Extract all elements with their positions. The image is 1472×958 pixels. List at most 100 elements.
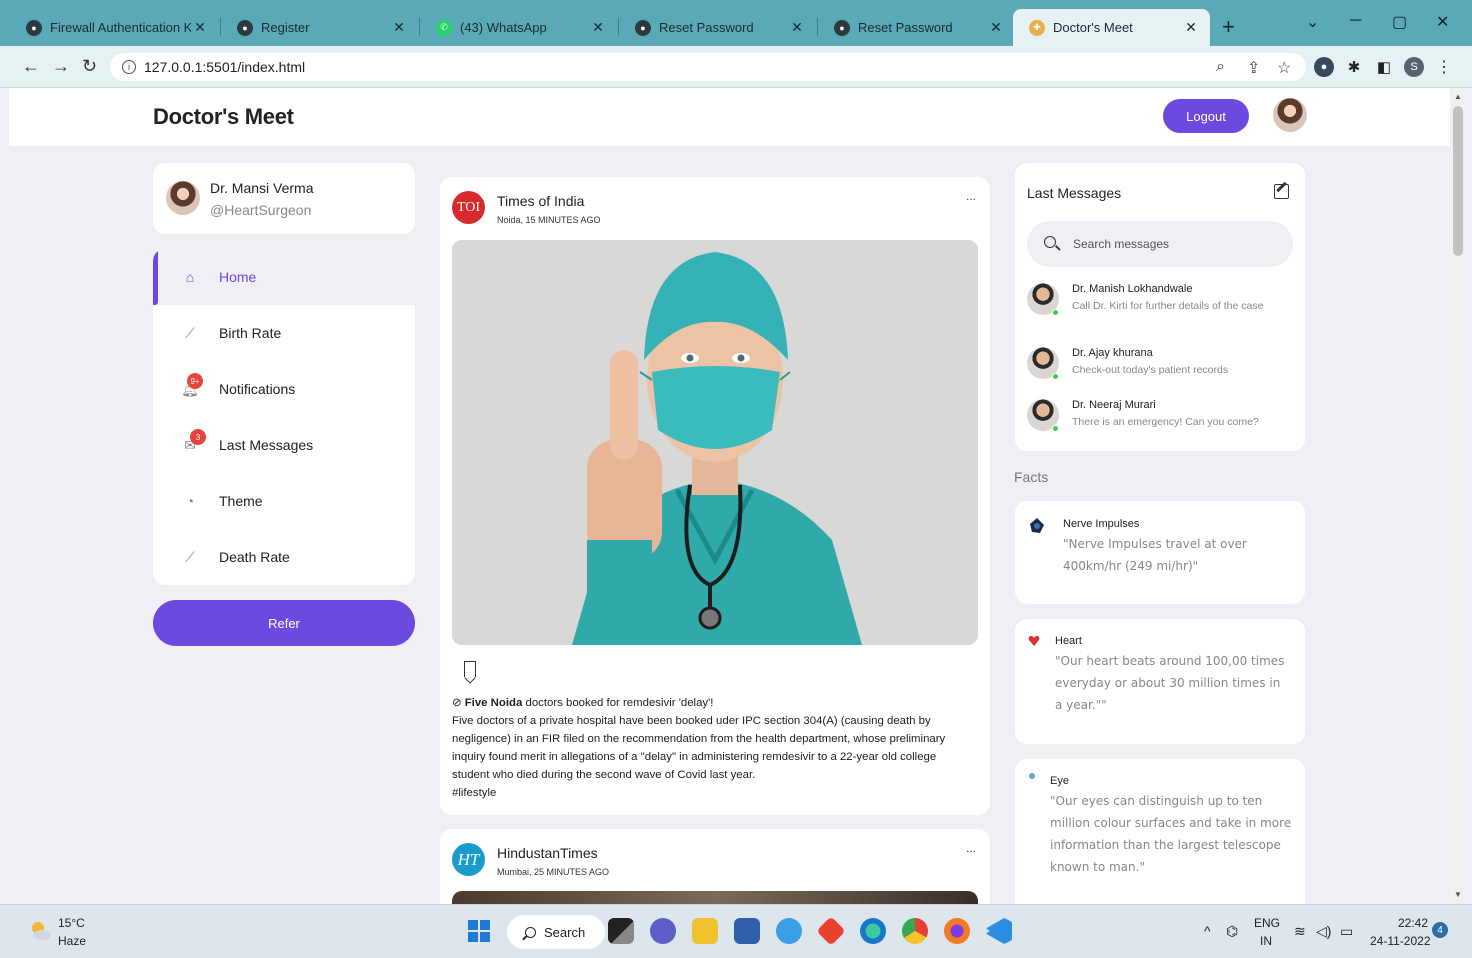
minimize-icon[interactable]: ─ bbox=[1350, 12, 1361, 30]
tab-reset-password-2[interactable]: ● Reset Password ✕ bbox=[818, 9, 1015, 46]
back-icon[interactable]: ← bbox=[22, 56, 40, 77]
reload-icon[interactable]: ↻ bbox=[82, 56, 97, 77]
tab-reset-password-1[interactable]: ● Reset Password ✕ bbox=[619, 9, 816, 46]
more-options-icon[interactable]: ... bbox=[966, 189, 976, 203]
scrollbar-thumb[interactable] bbox=[1453, 106, 1463, 256]
tab-firewall-authentication[interactable]: ● Firewall Authentication Keep ✕ bbox=[10, 9, 219, 46]
doctor-icon: ✚ bbox=[1029, 19, 1045, 36]
clock-date[interactable]: 24-11-2022 bbox=[1370, 934, 1431, 948]
chrome-icon[interactable] bbox=[902, 918, 928, 944]
sidebar-item-home[interactable]: ⌂ Home bbox=[153, 249, 415, 305]
ht-logo[interactable]: HT bbox=[452, 843, 485, 876]
user-avatar[interactable] bbox=[1273, 98, 1307, 132]
tab-doctors-meet[interactable]: ✚ Doctor's Meet ✕ bbox=[1013, 9, 1210, 46]
message-item[interactable]: Dr. Neeraj Murari There is an emergency!… bbox=[1027, 399, 1297, 445]
headline-icon: ⊘ bbox=[452, 697, 465, 709]
close-icon[interactable]: ✕ bbox=[390, 19, 408, 36]
sidebar-item-notifications[interactable]: 🔔︎ 9+ Notifications bbox=[153, 361, 415, 417]
toi-logo[interactable]: TOI bbox=[452, 191, 485, 224]
sidebar-item-birth-rate[interactable]: ⟋ Birth Rate bbox=[153, 305, 415, 361]
maximize-icon[interactable]: ▢ bbox=[1392, 12, 1407, 32]
store-icon[interactable] bbox=[734, 918, 760, 944]
close-icon[interactable]: ✕ bbox=[788, 19, 806, 36]
new-tab-icon[interactable]: + bbox=[1222, 14, 1235, 40]
side-panel-icon[interactable]: ◧ bbox=[1374, 57, 1394, 77]
language-indicator[interactable]: ENG bbox=[1254, 916, 1280, 930]
tab-whatsapp[interactable]: ✆ (43) WhatsApp ✕ bbox=[420, 9, 617, 46]
message-item[interactable]: Dr. Manish Lokhandwale Call Dr. Kirti fo… bbox=[1027, 283, 1297, 329]
window-close-icon[interactable]: ✕ bbox=[1436, 12, 1449, 32]
weather-temperature[interactable]: 15°C bbox=[58, 916, 85, 930]
tab-search-chevron-icon[interactable]: ⌄ bbox=[1306, 12, 1319, 32]
tab-register[interactable]: ● Register ✕ bbox=[221, 9, 418, 46]
volume-icon[interactable]: ◁) bbox=[1316, 923, 1331, 940]
vscode-icon[interactable] bbox=[986, 918, 1012, 944]
fact-card: Nerve Impulses "Nerve Impulses travel at… bbox=[1015, 501, 1305, 604]
taskbar-search[interactable]: Search bbox=[507, 915, 605, 949]
bookmark-star-icon[interactable]: ☆ bbox=[1277, 58, 1291, 78]
post-image[interactable] bbox=[452, 240, 978, 645]
forward-icon[interactable]: → bbox=[52, 56, 70, 77]
wifi-display-icon[interactable]: ⌬ bbox=[1226, 923, 1238, 940]
online-indicator bbox=[1052, 425, 1059, 432]
close-icon[interactable]: ✕ bbox=[987, 19, 1005, 36]
page-scrollbar[interactable]: ▲ ▼ bbox=[1450, 88, 1466, 904]
address-bar: ← → ↻ i 127.0.0.1:5501/index.html ⌕ ⇪ ☆ … bbox=[0, 46, 1472, 88]
wifi-icon[interactable]: ≋ bbox=[1294, 923, 1306, 940]
close-icon[interactable]: ✕ bbox=[589, 19, 607, 36]
sidebar-item-theme[interactable]: ◔ Theme bbox=[153, 473, 415, 529]
extension-icon[interactable]: ● bbox=[1314, 57, 1334, 77]
close-icon[interactable]: ✕ bbox=[1182, 19, 1200, 36]
sidebar-item-death-rate[interactable]: ⟋ Death Rate bbox=[153, 529, 415, 585]
weather-haze-icon[interactable] bbox=[28, 919, 52, 943]
file-explorer-icon[interactable] bbox=[692, 918, 718, 944]
tab-title: Register bbox=[261, 20, 310, 35]
chart-line-icon: ⟋ bbox=[185, 324, 195, 341]
post-description: Five doctors of a private hospital have … bbox=[452, 715, 946, 781]
more-options-icon[interactable]: ... bbox=[966, 841, 976, 855]
post-source-name[interactable]: Times of India bbox=[497, 193, 584, 209]
search-input[interactable] bbox=[1073, 234, 1273, 254]
bookmark-icon[interactable] bbox=[464, 661, 476, 677]
weather-condition[interactable]: Haze bbox=[58, 934, 86, 948]
share-icon[interactable]: ⇪ bbox=[1247, 58, 1260, 78]
refer-button[interactable]: Refer bbox=[153, 600, 415, 646]
notification-center-badge[interactable]: 4 bbox=[1432, 922, 1448, 938]
firefox-icon[interactable] bbox=[944, 918, 970, 944]
chevron-up-icon[interactable]: ^ bbox=[1204, 923, 1211, 939]
logout-button[interactable]: Logout bbox=[1163, 99, 1249, 133]
surgeon-thumbs-up-image bbox=[452, 240, 978, 645]
close-icon[interactable]: ✕ bbox=[191, 19, 209, 36]
zoom-icon[interactable]: ⌕ bbox=[1216, 58, 1225, 76]
post-tag[interactable]: #lifestyle bbox=[452, 784, 972, 802]
edge-icon[interactable] bbox=[860, 918, 886, 944]
message-search[interactable] bbox=[1027, 221, 1293, 267]
post-source-name[interactable]: HindustanTimes bbox=[497, 845, 598, 861]
scroll-up-icon[interactable]: ▲ bbox=[1454, 92, 1462, 101]
url-field[interactable]: i 127.0.0.1:5501/index.html bbox=[110, 53, 1306, 81]
sidebar-item-last-messages[interactable]: ✉ 3 Last Messages bbox=[153, 417, 415, 473]
task-view-icon[interactable] bbox=[608, 918, 634, 944]
sidebar-item-label: Birth Rate bbox=[219, 325, 282, 341]
clock-time[interactable]: 22:42 bbox=[1398, 916, 1428, 930]
site-logo[interactable]: Doctor's Meet bbox=[153, 104, 294, 130]
scroll-down-icon[interactable]: ▼ bbox=[1454, 890, 1462, 899]
message-item[interactable]: Dr. Ajay khurana Check-out today's patie… bbox=[1027, 347, 1297, 393]
app-icon[interactable] bbox=[816, 916, 846, 946]
info-icon[interactable]: i bbox=[122, 60, 136, 74]
profile-avatar[interactable]: S bbox=[1404, 57, 1424, 77]
battery-icon[interactable]: ▭ bbox=[1340, 923, 1353, 940]
last-messages-panel: Last Messages Dr. Manish Lokhandwale Cal… bbox=[1015, 163, 1305, 451]
profile-card[interactable]: Dr. Mansi Verma @HeartSurgeon bbox=[153, 163, 415, 234]
menu-kebab-icon[interactable]: ⋮ bbox=[1434, 57, 1454, 77]
globe-icon: ● bbox=[26, 19, 42, 36]
compose-icon[interactable] bbox=[1274, 184, 1289, 199]
neuron-icon bbox=[1030, 518, 1044, 533]
chat-icon[interactable] bbox=[650, 918, 676, 944]
vscode-insiders-icon[interactable] bbox=[776, 918, 802, 944]
puzzle-icon[interactable]: ✱ bbox=[1344, 57, 1364, 77]
post-meta: Noida, 15 MINUTES AGO bbox=[497, 215, 601, 225]
windows-start-icon[interactable] bbox=[466, 918, 492, 944]
region-indicator[interactable]: IN bbox=[1260, 934, 1272, 948]
fact-title: Eye bbox=[1050, 775, 1069, 787]
